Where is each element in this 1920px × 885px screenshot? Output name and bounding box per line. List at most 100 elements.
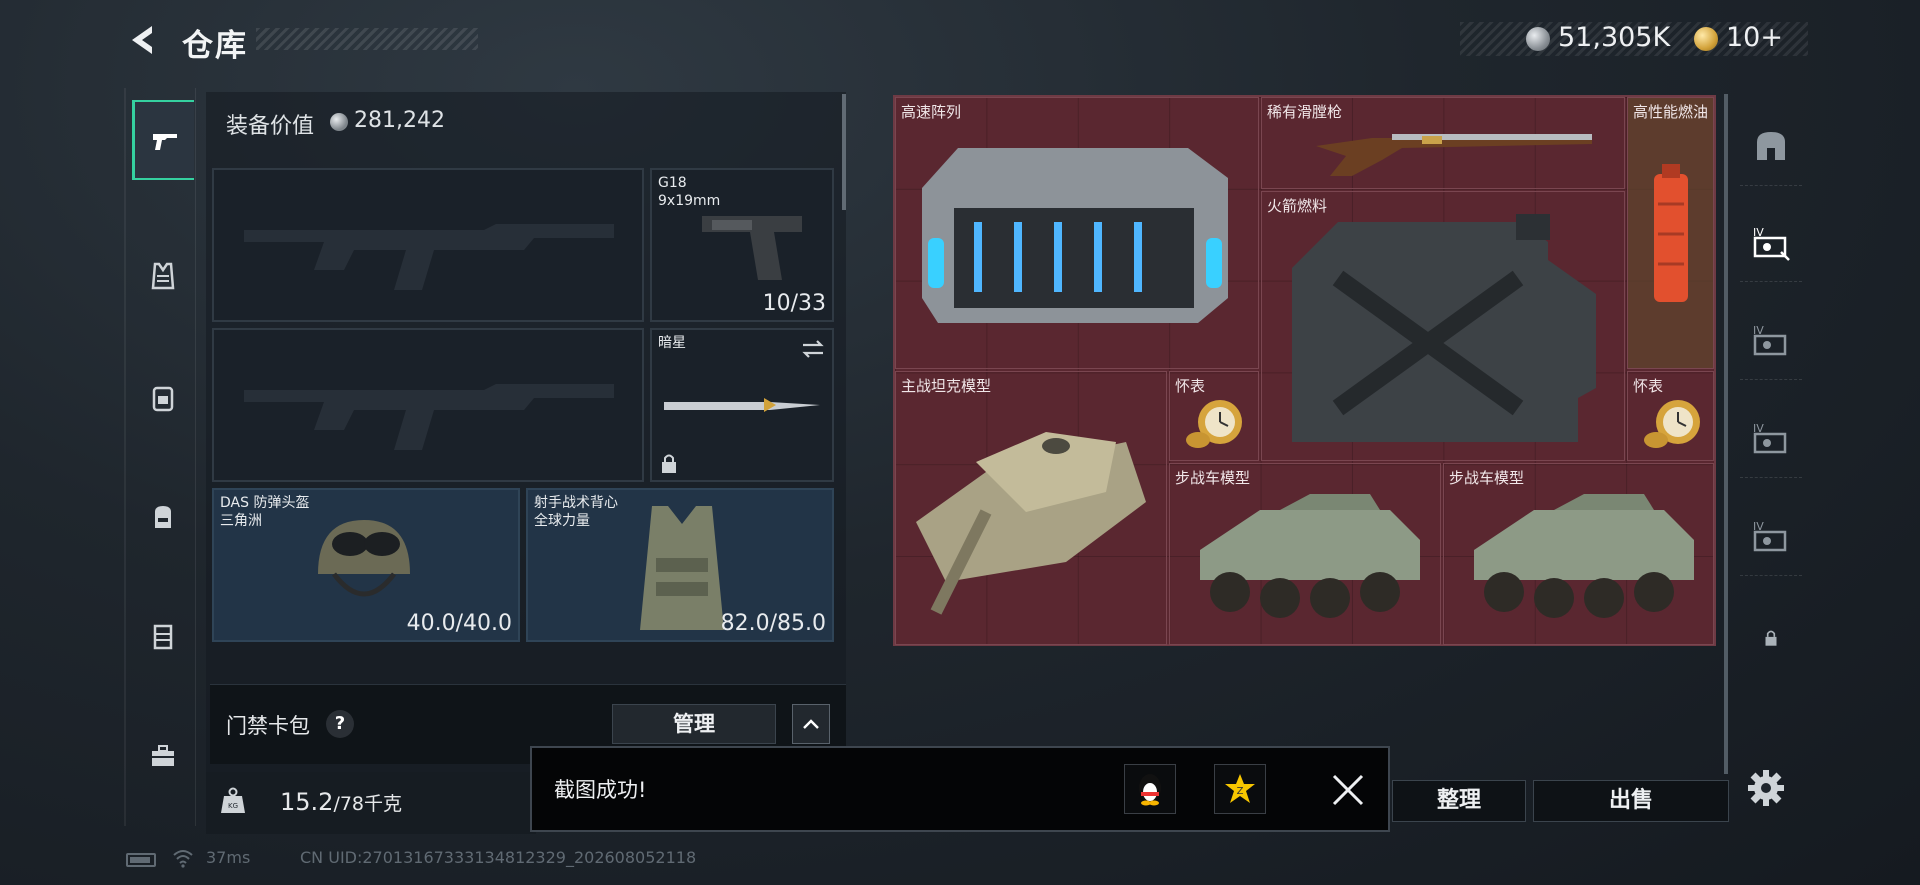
armor-faction: 全球力量 <box>534 513 590 529</box>
toolbox-icon <box>152 745 174 766</box>
loadout-value-label: 装备价值 <box>226 114 315 139</box>
tank-icon <box>916 432 1146 615</box>
swap-icon[interactable] <box>800 338 826 360</box>
title-decoration <box>256 28 478 50</box>
stash-tab-1[interactable]: IV <box>1740 202 1802 282</box>
helmet-durability: 40.0/40.0 <box>406 611 512 636</box>
stash-tab-main[interactable] <box>1740 106 1802 186</box>
rail-tab-backpack[interactable] <box>132 476 194 556</box>
ifv-icon <box>1200 494 1420 618</box>
item-name: 高性能燃油 <box>1633 103 1709 121</box>
uid-readout: CN UID:270131673331348123​29_20260805211… <box>300 848 697 867</box>
melee-slot[interactable]: 暗星 <box>650 328 834 482</box>
pistol-slot[interactable]: G18 9x19mm 10/33 <box>650 168 834 322</box>
battery-icon <box>126 853 156 867</box>
armor-slot[interactable]: 射手战术背心 全球力量 82.0/85.0 <box>526 488 834 642</box>
melee-name: 暗星 <box>658 335 686 351</box>
ping-readout: 37ms <box>206 848 251 867</box>
toast-message: 截图成功! <box>554 778 647 802</box>
page-title: 仓库 <box>182 28 248 64</box>
stash-item-ifv-model[interactable]: 步战车模型 <box>1169 463 1441 645</box>
primary-weapon-slot-2[interactable] <box>212 328 644 482</box>
rail-tab-weapons[interactable] <box>132 100 194 180</box>
item-name: 高速阵列 <box>901 103 962 121</box>
pocket-watch-icon <box>1644 400 1700 448</box>
money-amount: 51,305K <box>1558 22 1671 53</box>
helmet-faction: 三角洲 <box>220 513 262 529</box>
musket-icon <box>1316 134 1592 176</box>
pistol-icon <box>152 134 177 150</box>
backpack-icon <box>155 506 171 528</box>
keycard-pack-label: 门禁卡包 <box>226 714 310 738</box>
server-array-icon <box>922 148 1228 323</box>
share-qzone-button[interactable]: Z <box>1214 764 1266 814</box>
g18-pistol-icon <box>702 216 802 280</box>
weight-readout: 15.2/78千克 <box>280 788 402 816</box>
wifi-icon <box>173 850 193 868</box>
weight-current: 15.2 <box>280 788 334 816</box>
svg-text:Z: Z <box>1237 786 1244 797</box>
stash-tab-4[interactable]: IV <box>1740 496 1802 576</box>
stash-main-icon <box>1757 131 1785 160</box>
pocket-watch-icon <box>1186 400 1242 448</box>
jerrycan-icon <box>1292 214 1596 442</box>
lock-icon <box>1765 630 1777 646</box>
knife-icon <box>664 398 820 412</box>
back-arrow-icon[interactable] <box>124 20 164 60</box>
armor-durability: 82.0/85.0 <box>720 611 826 636</box>
pistol-ammo: 10/33 <box>762 291 826 316</box>
collapse-button[interactable] <box>792 704 830 744</box>
chest-rig-icon <box>152 386 174 412</box>
stash-tab-icon: IV <box>1753 226 1790 261</box>
ticket-coin-icon <box>1694 27 1718 51</box>
ticket-amount[interactable]: 10+ <box>1726 22 1783 53</box>
stash-tab-2[interactable]: IV <box>1740 300 1802 380</box>
qzone-star-icon: Z <box>1225 774 1255 803</box>
stash-item-ifv-model[interactable]: 步战车模型 <box>1443 463 1714 645</box>
weight-icon: KG <box>221 787 245 813</box>
rail-tab-chest-rig[interactable] <box>132 358 194 438</box>
armor-icon <box>151 262 175 290</box>
rifle-silhouette-icon <box>244 384 614 450</box>
stash-tab-locked[interactable] <box>1740 598 1802 678</box>
stash-item-pocket-watch[interactable]: 怀表 <box>1627 371 1714 461</box>
stash-tab-icon: IV <box>1753 422 1787 453</box>
stash-item-rare-musket[interactable]: 稀有滑膛枪 <box>1261 97 1625 189</box>
rail-tab-toolbox[interactable] <box>132 716 194 796</box>
case-icon <box>153 624 173 650</box>
rail-tab-case[interactable] <box>132 596 194 676</box>
stash-tab-3[interactable]: IV <box>1740 398 1802 478</box>
primary-weapon-slot-1[interactable] <box>212 168 644 322</box>
svg-text:KG: KG <box>228 802 238 810</box>
havoc-coin-icon <box>1526 27 1550 51</box>
stash-item-high-speed-array[interactable]: 高速阵列 <box>895 97 1259 369</box>
stash-item-mbt-model[interactable]: 主战坦克模型 <box>895 371 1167 645</box>
sort-button[interactable]: 整理 <box>1392 780 1526 822</box>
gear-icon[interactable] <box>1744 766 1788 810</box>
helmet-slot[interactable]: DAS 防弹头盔 三角洲 40.0/40.0 <box>212 488 520 642</box>
qq-penguin-icon <box>1139 774 1161 806</box>
stash-tab-icon: IV <box>1753 520 1787 551</box>
loadout-scrollbar[interactable] <box>842 94 846 210</box>
sell-button[interactable]: 出售 <box>1533 780 1729 822</box>
coin-icon <box>330 113 348 131</box>
help-button[interactable]: ? <box>326 710 354 738</box>
rifle-silhouette-icon <box>244 224 614 290</box>
vest-icon <box>640 506 724 630</box>
manage-button[interactable]: 管理 <box>612 704 776 744</box>
close-icon[interactable] <box>1330 772 1366 808</box>
stash-item-high-performance-fuel[interactable]: 高性能燃油 <box>1627 97 1714 369</box>
chevron-up-icon <box>803 719 819 729</box>
item-name: 主战坦克模型 <box>901 377 992 395</box>
helmet-icon <box>318 520 410 597</box>
lock-icon <box>662 454 676 473</box>
stash-tab-icon: IV <box>1753 324 1787 355</box>
share-qq-button[interactable] <box>1124 764 1176 814</box>
stash-item-pocket-watch[interactable]: 怀表 <box>1169 371 1259 461</box>
ifv-icon <box>1474 494 1694 618</box>
loadout-value: 281,242 <box>354 108 445 133</box>
stash-item-rocket-fuel[interactable]: 火箭燃料 <box>1261 191 1625 461</box>
stash-scrollbar[interactable] <box>1724 94 1728 774</box>
rail-tab-armor[interactable] <box>132 236 194 316</box>
fuel-canister-icon <box>1654 164 1688 302</box>
